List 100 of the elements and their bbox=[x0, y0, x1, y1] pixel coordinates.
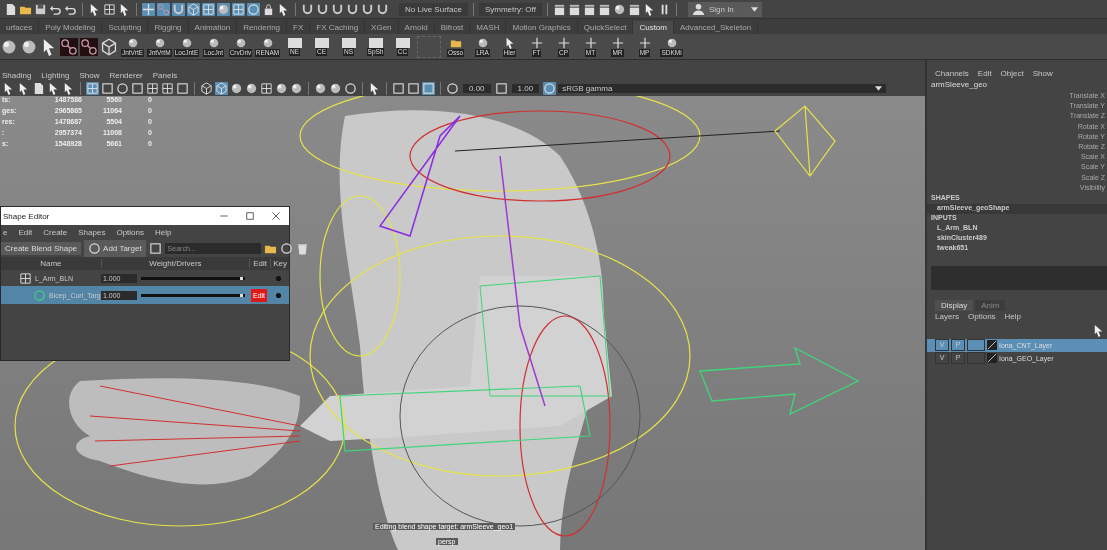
caret-icon bbox=[750, 6, 758, 12]
grid-icon[interactable] bbox=[86, 81, 99, 95]
grid-icon[interactable] bbox=[260, 81, 273, 95]
grid-icon bbox=[19, 271, 32, 285]
sphere-icon[interactable] bbox=[217, 2, 230, 16]
menu-item[interactable]: Renderer bbox=[109, 71, 143, 80]
square-icon[interactable] bbox=[131, 81, 144, 95]
square-icon[interactable] bbox=[494, 81, 508, 95]
circle-icon[interactable] bbox=[279, 241, 293, 255]
joint-icon[interactable] bbox=[80, 37, 98, 56]
column-header[interactable]: Weight/Drivers bbox=[101, 259, 251, 268]
grid-icon[interactable] bbox=[161, 81, 174, 95]
magnet-icon[interactable] bbox=[331, 2, 344, 16]
live-surface-field[interactable]: No Live Surface bbox=[399, 2, 468, 16]
dot-icon[interactable] bbox=[273, 290, 283, 300]
joint-icon[interactable] bbox=[60, 37, 78, 56]
magnet-icon[interactable] bbox=[361, 2, 374, 16]
layer-color-icon[interactable] bbox=[987, 353, 997, 364]
sphere-icon[interactable] bbox=[314, 81, 327, 95]
magnet-icon[interactable] bbox=[346, 2, 359, 16]
lock-icon[interactable] bbox=[262, 2, 275, 16]
reference-toggle[interactable] bbox=[967, 352, 985, 365]
grid-icon[interactable] bbox=[232, 2, 245, 16]
menu-item[interactable]: Shading bbox=[2, 71, 32, 80]
add-target-button[interactable]: Add Target bbox=[84, 239, 146, 257]
sphere-icon[interactable] bbox=[230, 81, 243, 95]
clapperboard-icon[interactable] bbox=[597, 2, 611, 16]
layer-tab[interactable]: Anim bbox=[975, 299, 1006, 311]
create-blend-shape-button[interactable]: Create Blend Shape bbox=[1, 241, 82, 255]
shelf-tab[interactable]: Custom bbox=[633, 21, 674, 34]
clapperboard-icon[interactable] bbox=[552, 2, 566, 16]
clapperboard-icon[interactable] bbox=[627, 2, 641, 16]
magnet-icon[interactable] bbox=[172, 2, 185, 16]
menu-item[interactable]: Show bbox=[79, 71, 100, 80]
menu-item[interactable]: Panels bbox=[152, 71, 178, 80]
menu-item[interactable]: Help bbox=[155, 227, 172, 237]
column-header[interactable]: Key bbox=[271, 259, 289, 268]
sphere-icon[interactable] bbox=[329, 81, 342, 95]
square-icon bbox=[314, 37, 329, 48]
close-icon[interactable] bbox=[271, 211, 281, 221]
sign-in-dropdown[interactable]: Sign In bbox=[687, 1, 762, 17]
menu-item[interactable]: Show bbox=[1032, 68, 1053, 78]
file-icon[interactable] bbox=[4, 2, 17, 16]
menu-item[interactable]: Help bbox=[1004, 312, 1022, 322]
menu-item[interactable]: Lighting bbox=[41, 71, 70, 80]
column-header[interactable]: Name bbox=[1, 259, 102, 268]
menu-item[interactable]: e bbox=[3, 227, 8, 237]
dot-icon[interactable] bbox=[273, 273, 283, 283]
file-icon[interactable] bbox=[32, 81, 45, 95]
sphere-icon[interactable] bbox=[275, 81, 288, 95]
cube-icon[interactable] bbox=[187, 2, 200, 16]
menu-item[interactable]: Edit bbox=[977, 68, 992, 78]
gamma-field[interactable]: 1.00 bbox=[511, 83, 540, 93]
square-icon[interactable] bbox=[148, 241, 162, 255]
grid-icon[interactable] bbox=[103, 2, 116, 16]
square-icon[interactable] bbox=[392, 81, 405, 95]
magnet-icon[interactable] bbox=[301, 2, 314, 16]
menu-item[interactable]: Options bbox=[116, 227, 144, 237]
square-icon bbox=[368, 37, 383, 48]
cube-icon[interactable] bbox=[100, 37, 118, 56]
maximize-icon[interactable] bbox=[245, 211, 255, 221]
clapperboard-icon[interactable] bbox=[582, 2, 596, 16]
circle-icon[interactable] bbox=[247, 2, 260, 16]
reference-toggle[interactable] bbox=[967, 339, 985, 352]
grid-icon[interactable] bbox=[202, 2, 215, 16]
circle-icon[interactable] bbox=[543, 81, 557, 95]
square-icon[interactable] bbox=[422, 81, 435, 95]
sphere-icon[interactable] bbox=[612, 2, 626, 16]
magnet-icon[interactable] bbox=[316, 2, 329, 16]
circle-icon[interactable] bbox=[446, 81, 459, 95]
menu-item[interactable]: Edit bbox=[18, 227, 33, 237]
menu-item[interactable]: Options bbox=[968, 312, 996, 322]
layer-tab[interactable]: Display bbox=[935, 299, 974, 311]
menu-item[interactable]: Create bbox=[43, 227, 68, 237]
sphere-icon[interactable] bbox=[245, 81, 258, 95]
circle-icon[interactable] bbox=[116, 81, 129, 95]
cube-icon[interactable] bbox=[215, 81, 228, 95]
magnet-icon[interactable] bbox=[376, 2, 389, 16]
joint-icon[interactable] bbox=[157, 2, 170, 16]
column-header[interactable]: Edit bbox=[250, 259, 272, 268]
menu-item[interactable]: Channels bbox=[935, 68, 969, 78]
square-icon[interactable] bbox=[101, 81, 114, 95]
menu-item[interactable]: Object bbox=[1000, 68, 1024, 78]
square-icon[interactable] bbox=[407, 81, 420, 95]
crosshair-icon[interactable] bbox=[142, 2, 155, 16]
square-icon[interactable] bbox=[176, 81, 189, 95]
grid-icon[interactable] bbox=[146, 81, 159, 95]
viewport[interactable] bbox=[0, 96, 925, 550]
cube-icon[interactable] bbox=[200, 81, 213, 95]
menu-item[interactable]: Layers bbox=[935, 312, 959, 322]
caret-icon bbox=[875, 85, 883, 91]
clapperboard-icon[interactable] bbox=[567, 2, 581, 16]
layer-color-icon[interactable] bbox=[987, 340, 997, 351]
window-title: Shape Editor bbox=[3, 211, 50, 221]
color-space-dropdown[interactable]: sRGB gamma bbox=[558, 83, 887, 93]
circle-icon[interactable] bbox=[344, 81, 357, 95]
menu-item[interactable]: Shapes bbox=[78, 227, 106, 237]
exposure-field[interactable]: 0.00 bbox=[463, 83, 491, 93]
symmetry-field[interactable]: Symmetry: Off bbox=[478, 2, 542, 16]
sphere-icon[interactable] bbox=[290, 81, 303, 95]
